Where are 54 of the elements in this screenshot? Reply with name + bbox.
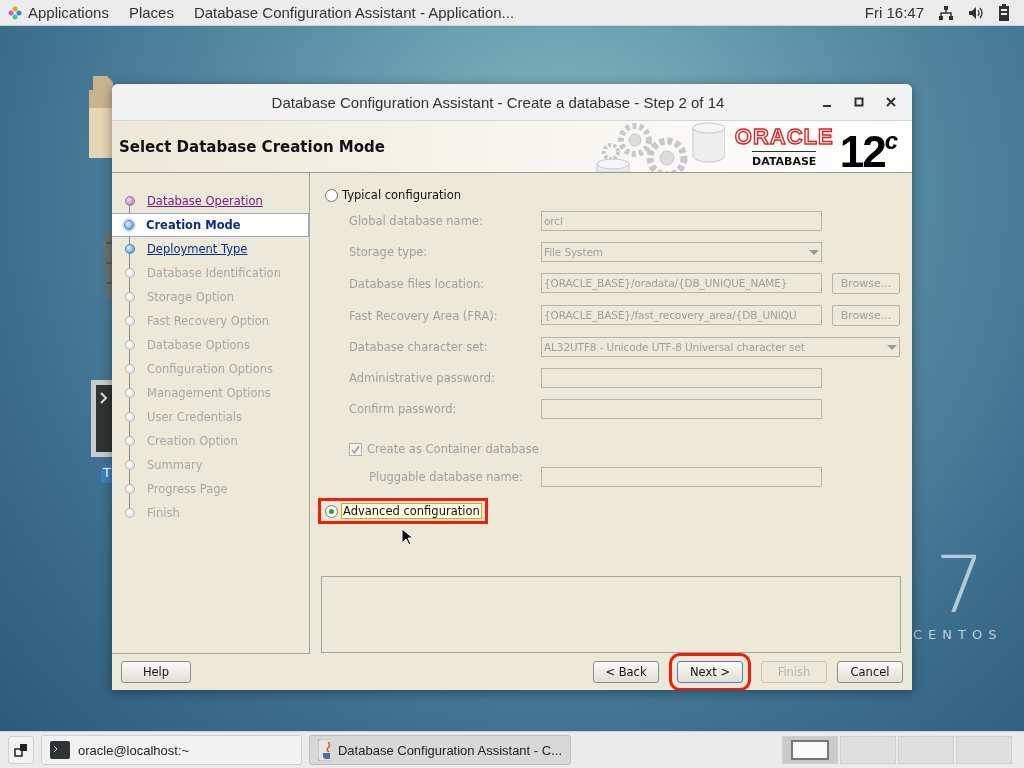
wizard-button[interactable]: < Back <box>593 661 659 683</box>
wizard-step: Database Options <box>112 333 309 357</box>
network-icon[interactable] <box>938 4 954 21</box>
wizard-button[interactable]: Cancel <box>837 661 903 683</box>
wizard-step: Finish <box>112 501 309 525</box>
wizard-step: Database Identification <box>112 261 309 285</box>
wizard-step[interactable]: Deployment Type <box>112 237 309 261</box>
field-label: Fast Recovery Area (FRA): <box>349 308 499 323</box>
wizard-step: Fast Recovery Option <box>112 309 309 333</box>
logo-version: 12$^{c}$ <box>839 126 896 174</box>
field-label: Database character set: <box>349 340 489 354</box>
terminal-icon <box>50 741 70 759</box>
taskbar-item[interactable]: oracle@localhost:~ <box>41 735 302 765</box>
workspace-button[interactable] <box>782 736 838 764</box>
radio-button[interactable]: Advanced configuration <box>318 498 488 524</box>
minimize-icon <box>823 105 831 107</box>
coffee-cup-icon <box>318 739 330 761</box>
taskbar-item[interactable]: Database Configuration Assistant - C... <box>309 735 571 765</box>
field-label: Global database name: <box>349 214 484 228</box>
window-title: Database Configuration Assistant - Create a database - Step 2 of 14 <box>270 93 726 111</box>
field-label: Storage type: <box>349 245 429 259</box>
active-window-menu[interactable]: Database Configuration Assistant - Application... <box>183 4 525 21</box>
show-desktop-icon <box>14 743 28 757</box>
mouse-pointer-icon <box>401 528 413 546</box>
places-menu[interactable]: Places <box>118 4 184 21</box>
wizard-button[interactable]: Help <box>121 661 191 683</box>
wizard-step[interactable]: Creation Mode <box>112 213 309 237</box>
terminal-icon[interactable] <box>91 380 112 457</box>
wizard-step: User Credentials <box>112 405 309 429</box>
checkbox-label: Create as Container database <box>367 442 539 456</box>
wizard-step: Storage Option <box>112 285 309 309</box>
apps-icon[interactable] <box>8 5 22 20</box>
wizard-step: Configuration Options <box>112 357 309 381</box>
wizard-step: Creation Option <box>112 429 309 453</box>
logo-product: DATABASE <box>752 150 817 168</box>
field-label: Pluggable database name: <box>369 470 524 484</box>
applications-menu[interactable]: Applications <box>28 4 109 21</box>
field-label: Confirm password: <box>349 402 458 416</box>
maximize-icon <box>854 97 864 107</box>
field-label: Database files location: <box>349 276 486 291</box>
field-label: Administrative password: <box>349 371 496 385</box>
battery-icon[interactable] <box>998 4 1010 21</box>
page-heading: Select Database Creation Mode <box>119 137 386 156</box>
wallpaper-number: 7 <box>935 540 985 630</box>
close-icon <box>886 97 896 107</box>
wizard-step: Management Options <box>112 381 309 405</box>
wallpaper-brand: CENTOS <box>913 627 1003 642</box>
wizard-step: Summary <box>112 453 309 477</box>
wizard-step: Progress Page <box>112 477 309 501</box>
clock[interactable]: Fri 16:47 <box>864 4 924 21</box>
wizard-step[interactable]: Database Operation <box>112 189 309 213</box>
show-desktop-button[interactable] <box>8 736 34 764</box>
folder-icon[interactable] <box>89 76 113 158</box>
radio-button[interactable]: Typical configuration <box>318 182 469 208</box>
